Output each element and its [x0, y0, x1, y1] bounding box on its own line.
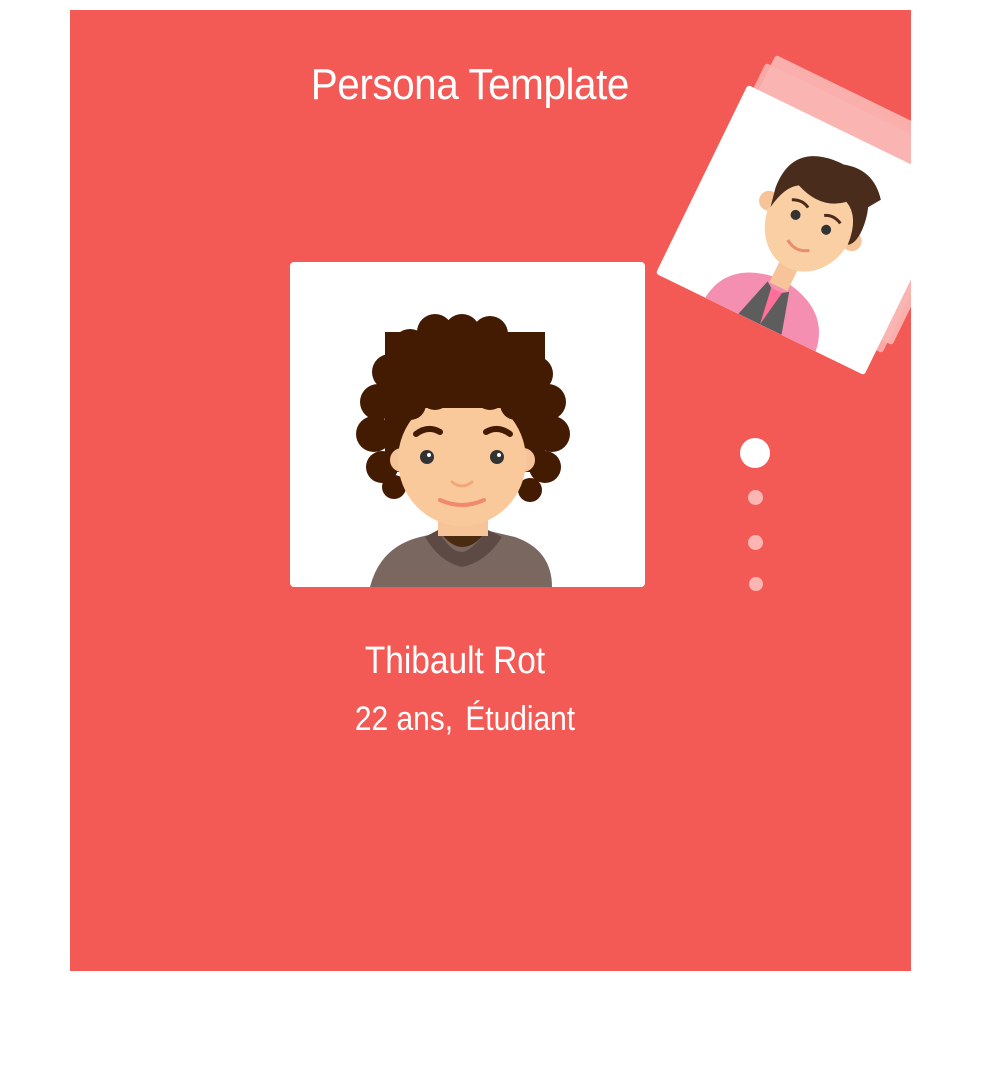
carousel-dot-3[interactable] [748, 535, 763, 550]
persona-photo [290, 262, 645, 587]
persona-details: 22 ans, Étudiant [117, 700, 812, 739]
persona-age: 22 ans, [354, 700, 454, 738]
carousel-dot-1[interactable] [740, 438, 770, 468]
carousel-dot-2[interactable] [748, 490, 763, 505]
persona-card: Persona Template Thibault Rot 22 ans, Ét… [70, 10, 911, 971]
persona-role: Étudiant [465, 700, 576, 738]
carousel-dots [738, 436, 778, 606]
next-persona-stack[interactable] [655, 54, 911, 376]
carousel-dot-4[interactable] [749, 577, 763, 591]
persona-name: Thibault Rot [364, 640, 546, 682]
curly-hair-avatar-icon [356, 314, 570, 587]
